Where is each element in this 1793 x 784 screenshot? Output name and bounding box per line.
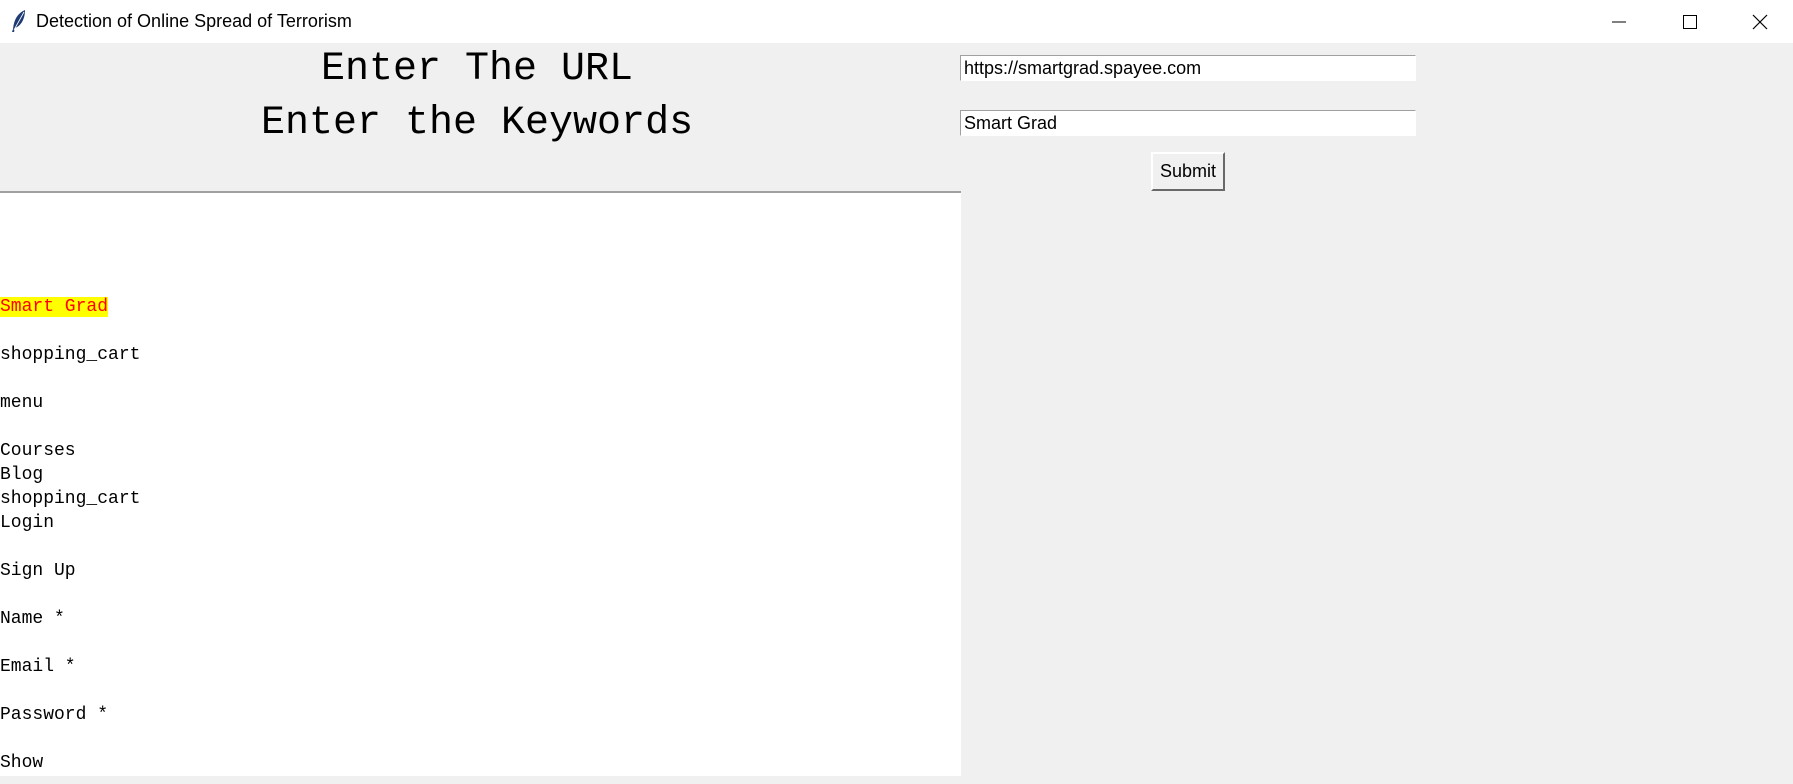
highlighted-keyword-line: Smart Grad [0, 295, 140, 319]
keyword-highlight: Smart Grad [0, 297, 109, 317]
keywords-label: Enter the Keywords [261, 101, 694, 146]
results-text-area[interactable]: Smart Grad shopping_cart menu Courses Blog sh… [0, 191, 961, 776]
text-line: Blog [0, 463, 140, 487]
text-line: Password * [0, 703, 140, 727]
text-line: shopping_cart [0, 487, 140, 511]
text-line: Courses [0, 439, 140, 463]
maximize-icon [1683, 14, 1697, 29]
text-line-content: Sign Up [0, 561, 76, 581]
text-line-content: shopping_cart [0, 345, 141, 365]
text-line-content: Password * [0, 705, 109, 725]
text-line [0, 319, 140, 343]
minimize-icon [1612, 21, 1626, 22]
text-line: Login [0, 511, 140, 535]
text-line [0, 583, 140, 607]
text-line [0, 535, 140, 559]
text-line [0, 679, 140, 703]
text-line [0, 415, 140, 439]
text-line [0, 367, 140, 391]
title-bar: Detection of Online Spread of Terrorism [0, 0, 1793, 43]
text-line-content: Courses [0, 441, 76, 461]
keywords-input[interactable] [960, 110, 1416, 136]
text-line: Show [0, 751, 140, 775]
maximize-button[interactable] [1655, 0, 1725, 43]
text-line-content: Show [0, 753, 44, 773]
text-line: Email * [0, 655, 140, 679]
text-line [0, 727, 140, 751]
text-line: Sign Up [0, 559, 140, 583]
text-line-content: shopping_cart [0, 489, 141, 509]
text-line: shopping_cart [0, 343, 140, 367]
window-title: Detection of Online Spread of Terrorism [36, 11, 352, 31]
text-line [0, 631, 140, 655]
text-line-content: Blog [0, 465, 44, 485]
app-window: Enter The URL Enter the Keywords Submit … [0, 43, 1793, 784]
feather-icon [12, 10, 25, 32]
text-line-content: Email * [0, 657, 76, 677]
text-line: Name * [0, 607, 140, 631]
text-line: menu [0, 391, 140, 415]
url-input[interactable] [960, 55, 1416, 81]
text-line-content: Name * [0, 609, 65, 629]
url-label: Enter The URL [321, 47, 634, 92]
results-text: Smart Grad shopping_cart menu Courses Blog sh… [0, 295, 140, 775]
close-icon [1752, 14, 1768, 29]
text-line-content: Login [0, 513, 55, 533]
minimize-button[interactable] [1584, 0, 1654, 43]
submit-button[interactable]: Submit [1151, 152, 1225, 191]
text-line-content: menu [0, 393, 44, 413]
close-button[interactable] [1725, 0, 1793, 43]
